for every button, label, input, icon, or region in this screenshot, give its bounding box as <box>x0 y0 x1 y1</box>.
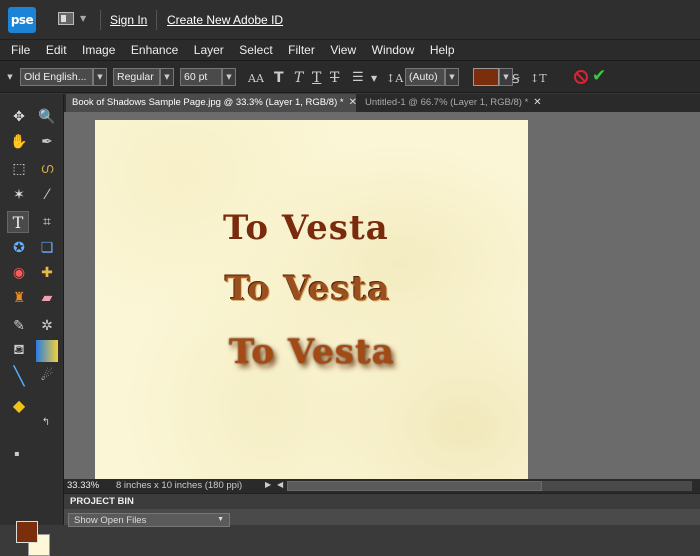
show-files-label: Show Open Files <box>74 515 147 526</box>
leading-select[interactable]: (Auto) <box>405 68 445 86</box>
document-tabs: Book of Shadows Sample Page.jpg @ 33.3% … <box>64 94 700 112</box>
menu-select[interactable]: Select <box>239 43 272 57</box>
eyedropper-tool-icon[interactable]: ✒ <box>36 131 58 153</box>
text-layer-bevel[interactable]: To Vesta <box>225 269 391 309</box>
line-shape-tool-icon[interactable]: ╲ <box>8 365 30 387</box>
quick-selection-tool-icon[interactable]: ⁄ <box>36 184 58 206</box>
font-size-input[interactable]: 60 pt <box>180 68 222 86</box>
divider <box>100 10 101 30</box>
chevron-down-icon[interactable]: ▼ <box>80 14 86 23</box>
underline-icon[interactable]: T <box>312 70 321 86</box>
foreground-color-swatch[interactable] <box>16 521 38 543</box>
font-style-select[interactable]: Regular <box>113 68 160 86</box>
cookie-cutter-tool-icon[interactable]: ✪ <box>8 237 30 259</box>
clone-stamp-tool-icon[interactable]: ♜ <box>8 287 30 309</box>
text-color-dropdown-arrow[interactable]: ▼ <box>499 68 513 86</box>
chevron-down-icon: ▼ <box>217 516 224 523</box>
horizontal-scrollbar[interactable] <box>287 481 692 491</box>
tool-options-bar: ▼ Old English... ▼ Regular ▼ 60 pt ▼ AA … <box>0 60 700 93</box>
menu-edit[interactable]: Edit <box>46 43 67 57</box>
move-tool-icon[interactable]: ✥ <box>8 106 30 128</box>
divider <box>156 10 157 30</box>
status-menu-arrow-icon[interactable]: ▶ <box>265 480 271 489</box>
scrollbar-thumb[interactable] <box>287 481 542 491</box>
faux-bold-icon[interactable]: T <box>274 70 284 86</box>
red-eye-tool-icon[interactable]: ◉ <box>8 262 30 284</box>
tab-untitled-1[interactable]: Untitled-1 @ 66.7% (Layer 1, RGB/8) * ✕ <box>359 94 549 112</box>
lasso-tool-icon[interactable]: ഗ <box>36 158 58 180</box>
font-style-dropdown-arrow[interactable]: ▼ <box>160 68 174 86</box>
menu-view[interactable]: View <box>330 43 356 57</box>
recompose-tool-icon[interactable]: ❏ <box>36 237 58 259</box>
default-colors-icon[interactable]: ▪ <box>12 448 22 458</box>
gradient-tool-icon[interactable] <box>36 340 58 362</box>
document-canvas[interactable]: To Vesta To Vesta To Vesta <box>95 120 528 479</box>
menu-window[interactable]: Window <box>372 43 415 57</box>
font-family-select[interactable]: Old English... <box>20 68 93 86</box>
font-family-dropdown-arrow[interactable]: ▼ <box>93 68 107 86</box>
leading-dropdown-arrow[interactable]: ▼ <box>445 68 459 86</box>
eraser-tool-icon[interactable]: ▰ <box>36 287 58 309</box>
menu-help[interactable]: Help <box>430 43 455 57</box>
tool-preset-icon[interactable]: ▼ <box>3 68 17 86</box>
tab-book-of-shadows[interactable]: Book of Shadows Sample Page.jpg @ 33.3% … <box>66 94 357 112</box>
text-antialias-icon[interactable]: AA <box>248 72 264 85</box>
blur-tool-icon[interactable]: ☄ <box>36 365 58 387</box>
sign-in-link[interactable]: Sign In <box>110 13 147 27</box>
text-orientation-icon[interactable]: ↕T <box>530 72 547 85</box>
create-adobe-id-link[interactable]: Create New Adobe ID <box>167 13 283 27</box>
brush-tool-icon[interactable]: ✎ <box>8 315 30 337</box>
align-dropdown-icon[interactable]: ▼ <box>371 74 377 83</box>
menu-image[interactable]: Image <box>82 43 115 57</box>
close-icon[interactable]: ✕ <box>533 97 541 108</box>
menu-layer[interactable]: Layer <box>194 43 224 57</box>
menu-file[interactable]: File <box>11 43 30 57</box>
layout-icon[interactable] <box>58 12 74 25</box>
text-layer-plain[interactable]: To Vesta <box>223 208 389 248</box>
swap-colors-icon[interactable]: ↰ <box>40 416 52 428</box>
app-bar: pse ▼ Sign In Create New Adobe ID <box>0 0 700 40</box>
marquee-tool-icon[interactable]: ⬚ <box>8 158 30 180</box>
crop-tool-icon[interactable]: ⌗ <box>36 211 58 233</box>
sponge-tool-icon[interactable]: ◆ <box>8 394 30 416</box>
text-layer-shadow[interactable]: To Vesta <box>229 332 395 372</box>
cancel-icon[interactable] <box>574 70 588 84</box>
project-bin-title: PROJECT BIN <box>70 496 134 507</box>
menu-filter[interactable]: Filter <box>288 43 315 57</box>
close-icon[interactable]: ✕ <box>349 97 357 108</box>
leading-icon: ↕A <box>386 72 404 85</box>
tab-label: Book of Shadows Sample Page.jpg @ 33.3% … <box>72 97 344 108</box>
text-color-swatch[interactable] <box>473 68 499 86</box>
project-bin-header[interactable]: PROJECT BIN <box>64 493 700 509</box>
status-bar: 33.33% 8 inches x 10 inches (180 ppi) ▶ … <box>64 479 700 493</box>
toolbox: ✥ 🔍 ✋ ✒ ⬚ ഗ ✶ ⁄ T ⌗ ✪ ❏ ◉ ✚ ♜ ▰ ✎ ✲ ⛾ ╲ … <box>0 94 64 556</box>
align-left-icon[interactable]: ☰ <box>352 70 364 85</box>
tab-label: Untitled-1 @ 66.7% (Layer 1, RGB/8) * <box>365 97 529 108</box>
hand-tool-icon[interactable]: ✋ <box>8 131 30 153</box>
paint-bucket-tool-icon[interactable]: ⛾ <box>8 340 30 362</box>
warp-text-icon[interactable]: Ꞩ <box>512 72 520 86</box>
scroll-left-icon[interactable]: ◀ <box>277 480 283 489</box>
magic-wand-tool-icon[interactable]: ✶ <box>8 184 30 206</box>
canvas-area[interactable]: To Vesta To Vesta To Vesta <box>64 112 700 479</box>
menu-bar: File Edit Image Enhance Layer Select Fil… <box>0 40 700 60</box>
zoom-level[interactable]: 33.33% <box>67 480 99 491</box>
font-size-dropdown-arrow[interactable]: ▼ <box>222 68 236 86</box>
commit-icon[interactable]: ✔ <box>592 66 606 86</box>
type-tool-icon[interactable]: T <box>7 211 29 233</box>
strikethrough-icon[interactable]: T <box>330 70 339 86</box>
app-logo: pse <box>8 7 36 33</box>
document-size: 8 inches x 10 inches (180 ppi) <box>116 480 243 491</box>
menu-enhance[interactable]: Enhance <box>131 43 178 57</box>
smart-brush-tool-icon[interactable]: ✲ <box>36 315 58 337</box>
faux-italic-icon[interactable]: T <box>294 70 303 86</box>
zoom-tool-icon[interactable]: 🔍 <box>36 106 58 128</box>
spot-healing-tool-icon[interactable]: ✚ <box>36 262 58 284</box>
